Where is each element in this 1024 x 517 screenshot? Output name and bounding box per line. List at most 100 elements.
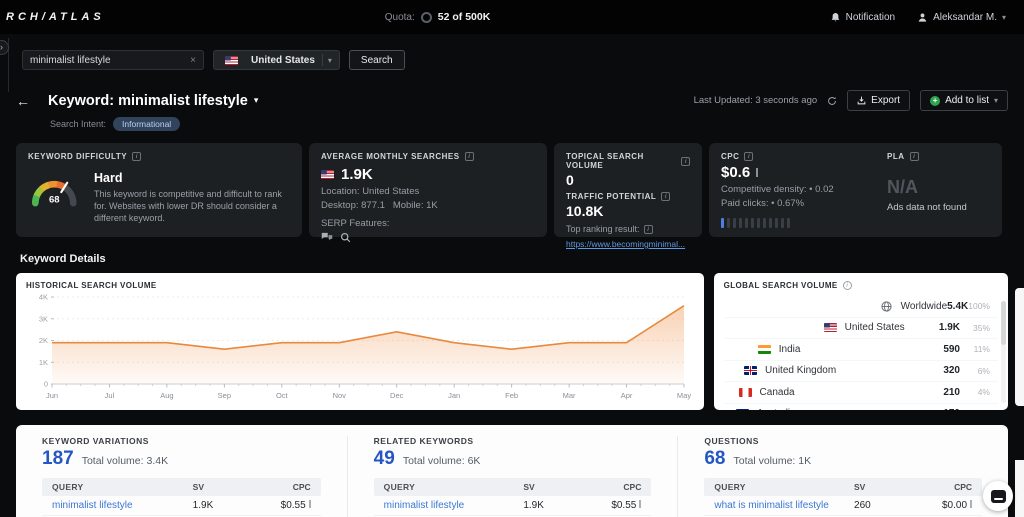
add-plus-icon: + (930, 96, 940, 106)
us-flag-icon (824, 323, 837, 332)
info-icon[interactable]: i (744, 152, 753, 161)
add-to-list-label: Add to list (945, 95, 989, 106)
search-input[interactable] (30, 55, 186, 66)
top-ranking-label: Top ranking result: (566, 224, 640, 234)
keyword-search-field[interactable]: × (22, 50, 204, 70)
app-logo: RCH/ATLAS (6, 11, 105, 23)
country-select[interactable]: United States ▾ (213, 50, 340, 70)
svg-text:Mar: Mar (563, 391, 576, 400)
info-icon[interactable]: i (661, 192, 670, 201)
card-title: PLA (887, 152, 905, 161)
info-icon[interactable]: i (132, 152, 141, 161)
chevron-down-icon[interactable]: ▾ (254, 95, 259, 106)
sv-value: 260 (854, 500, 926, 511)
export-icon (857, 96, 866, 105)
related-total: Total volume: 6K (403, 455, 481, 467)
country-row-united-states[interactable]: United States 1.9K 35% (724, 318, 998, 340)
sv-header: SV (854, 482, 926, 492)
questions-count: 68 (704, 448, 725, 470)
cpc-value: $0.55 (595, 500, 641, 511)
cpc-value: $0.6 (721, 164, 750, 181)
svg-text:Jul: Jul (105, 391, 115, 400)
difficulty-gauge: 68 (28, 167, 82, 213)
canada-flag-icon (739, 388, 752, 397)
svg-text:Aug: Aug (160, 391, 173, 400)
page-scrollbar[interactable] (1015, 460, 1024, 517)
info-icon[interactable]: i (465, 152, 474, 161)
competitive-density: Competitive density: • 0.02 (721, 184, 873, 195)
country-label: United States (251, 55, 315, 66)
svg-text:0: 0 (44, 380, 48, 389)
country-name: India (779, 344, 801, 355)
variations-title: KEYWORD VARIATIONS (42, 436, 321, 446)
search-button[interactable]: Search (349, 50, 405, 70)
topical-volume-value: 0 (566, 172, 690, 188)
add-to-list-button[interactable]: + Add to list ▾ (920, 90, 1008, 111)
country-row-india[interactable]: India 590 11% (724, 339, 998, 361)
serp-features-label: SERP Features: (321, 218, 535, 229)
keyword-lists-panel: KEYWORD VARIATIONS 187 Total volume: 3.4… (16, 425, 1008, 517)
country-volume: 210 (943, 387, 960, 398)
pla-note: Ads data not found (887, 202, 990, 213)
questions-title: QUESTIONS (704, 436, 982, 446)
chat-widget-button[interactable] (983, 481, 1013, 511)
desktop-volume: Desktop: 877.1 (321, 200, 385, 211)
search-feature-icon[interactable] (340, 232, 351, 243)
refresh-icon[interactable] (827, 96, 837, 106)
svg-text:Sep: Sep (218, 391, 231, 400)
query-link[interactable]: what is minimalist lifestyle (714, 500, 854, 511)
country-percent: 6% (960, 366, 990, 376)
export-button[interactable]: Export (847, 90, 910, 111)
sv-header: SV (523, 482, 595, 492)
country-row-australia[interactable]: Australia 170 3% (724, 404, 998, 411)
country-row-united-kingdom[interactable]: United Kingdom 320 6% (724, 361, 998, 383)
table-row[interactable]: minimalist lifestyle 1.9K $0.55 (374, 496, 652, 516)
user-menu[interactable]: Aleksandar M. ▾ (917, 12, 1006, 23)
last-updated-text: Last Updated: 3 seconds ago (694, 95, 818, 106)
chat-icon (991, 490, 1006, 503)
chat-bubbles-icon[interactable] (321, 232, 333, 242)
traffic-potential-title: TRAFFIC POTENTIAL (566, 192, 656, 201)
india-flag-icon (758, 345, 771, 354)
panel-scrollbar[interactable] (1001, 301, 1006, 403)
notification-label: Notification (846, 12, 895, 23)
notification-button[interactable]: Notification (830, 12, 895, 23)
clear-search-icon[interactable]: × (190, 55, 196, 66)
country-name: United States (845, 322, 905, 333)
country-percent: 11% (960, 344, 990, 354)
svg-text:Oct: Oct (276, 391, 289, 400)
location-text: Location: United States (321, 186, 535, 197)
export-label: Export (871, 95, 900, 106)
paid-clicks: Paid clicks: • 0.67% (721, 198, 873, 209)
us-flag-icon (225, 56, 238, 65)
query-link[interactable]: minimalist lifestyle (52, 500, 193, 511)
svg-text:Jan: Jan (448, 391, 460, 400)
table-row[interactable]: what is minimalist lifestyle 260 $0.00 (704, 496, 982, 516)
info-icon[interactable]: i (644, 225, 653, 234)
divider (322, 54, 323, 66)
country-row-canada[interactable]: Canada 210 4% (724, 382, 998, 404)
page-scrollbar[interactable] (1015, 288, 1024, 406)
top-ranking-link[interactable]: https://www.becomingminimal... (566, 239, 690, 249)
country-row-worldwide[interactable]: Worldwide 5.4K 100% (724, 296, 998, 318)
globe-icon (881, 301, 892, 312)
card-title: TOPICAL SEARCH VOLUME (566, 152, 676, 170)
info-icon[interactable]: i (843, 281, 852, 290)
card-title: CPC (721, 152, 739, 161)
difficulty-description: This keyword is competitive and difficul… (94, 188, 290, 224)
info-icon[interactable]: i (681, 157, 690, 166)
monthly-searches-card: AVERAGE MONTHLY SEARCHES i 1.9K Location… (309, 143, 547, 237)
device-split-text: Desktop: 877.1 Mobile: 1K (321, 200, 535, 211)
back-arrow-icon[interactable]: ← (16, 93, 30, 109)
cpc-value: $0.00 (926, 500, 972, 511)
table-header: QUERY SV CPC (704, 478, 982, 496)
svg-text:Apr: Apr (621, 391, 633, 400)
country-name: Canada (760, 387, 795, 398)
country-percent: 3% (960, 409, 990, 410)
query-link[interactable]: minimalist lifestyle (384, 500, 524, 511)
table-row[interactable]: minimalist lifestyle 1.9K $0.55 (42, 496, 321, 516)
info-icon[interactable]: i (910, 152, 919, 161)
svg-text:May: May (677, 391, 691, 400)
us-flag-icon (321, 170, 334, 179)
bell-icon (830, 12, 841, 23)
